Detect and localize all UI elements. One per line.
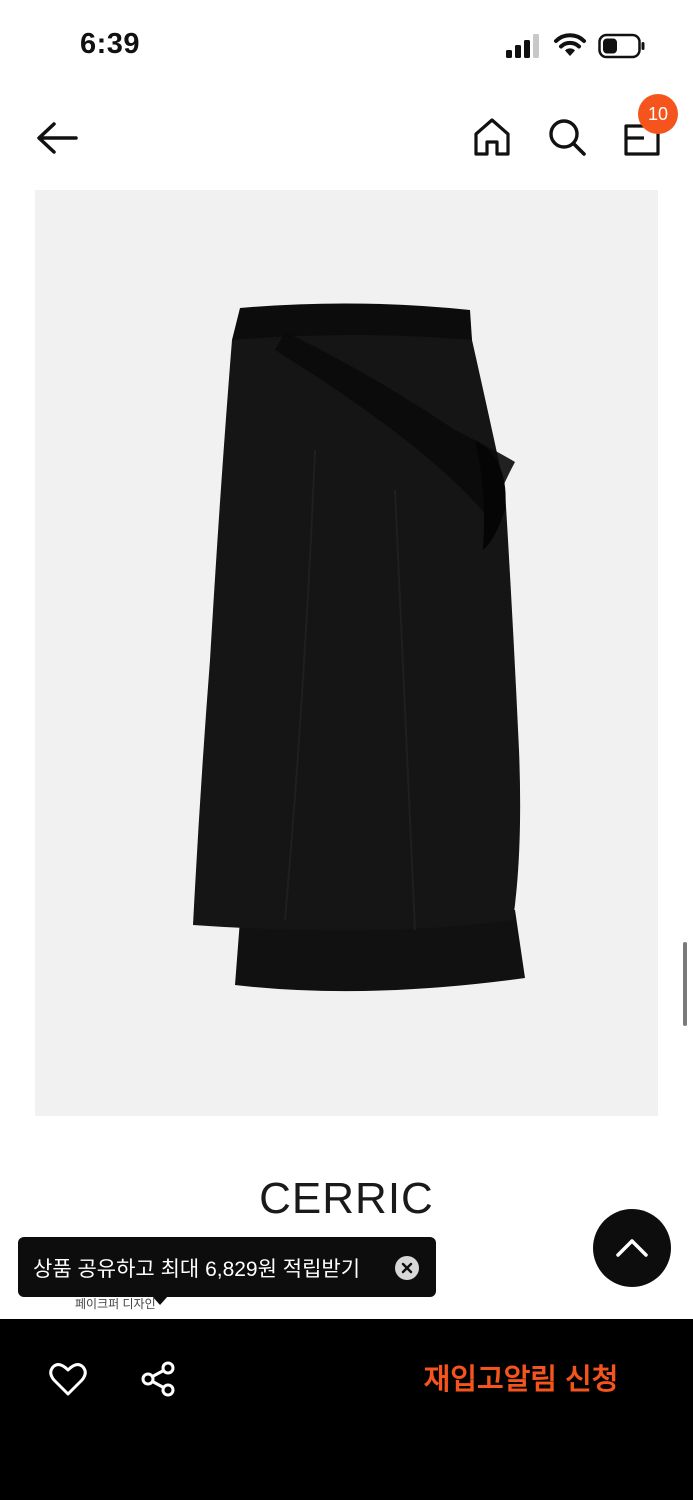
- tooltip-close-button[interactable]: [395, 1256, 419, 1280]
- product-name-partial: 페이크퍼 디자인: [75, 1297, 156, 1311]
- status-bar: 6:39: [0, 0, 693, 92]
- brand-name[interactable]: CERRIC: [0, 1174, 693, 1224]
- restock-notification-button[interactable]: 재입고알림 신청: [408, 1358, 634, 1402]
- cellular-signal-icon: [506, 34, 539, 58]
- scroll-to-top-button[interactable]: [593, 1209, 671, 1287]
- heart-icon[interactable]: [48, 1359, 88, 1399]
- home-icon[interactable]: [472, 116, 512, 158]
- skirt-illustration: [193, 303, 525, 992]
- top-nav: [0, 100, 693, 180]
- cart-count-badge[interactable]: 10: [638, 94, 678, 134]
- wifi-icon: [554, 33, 586, 56]
- tooltip-arrow: [152, 1296, 168, 1305]
- share-reward-tooltip: 상품 공유하고 최대 6,829원 적립받기: [18, 1237, 436, 1297]
- scroll-indicator[interactable]: [683, 942, 687, 1026]
- share-icon[interactable]: [140, 1360, 178, 1398]
- close-icon: [401, 1262, 413, 1274]
- back-arrow-icon[interactable]: [34, 118, 80, 158]
- status-time: 6:39: [80, 28, 141, 60]
- battery-icon: [598, 33, 645, 59]
- search-icon[interactable]: [546, 116, 588, 158]
- bottom-action-bar: [0, 1319, 693, 1500]
- tooltip-text: 상품 공유하고 최대 6,829원 적립받기: [33, 1258, 361, 1281]
- product-image[interactable]: [35, 190, 658, 1116]
- chevron-up-icon: [616, 1239, 648, 1257]
